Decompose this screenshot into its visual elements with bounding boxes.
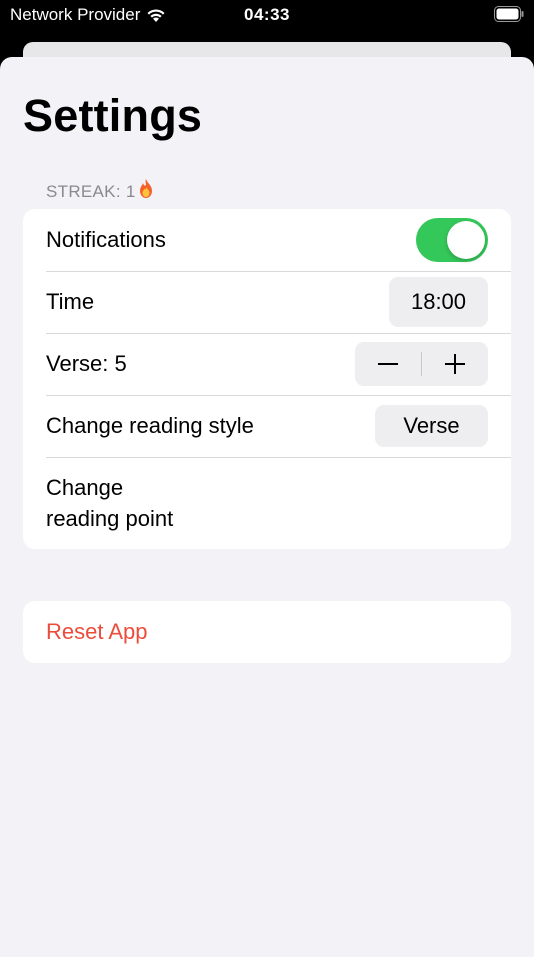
notifications-row: Notifications: [23, 209, 511, 271]
notifications-toggle[interactable]: [416, 218, 488, 262]
time-label: Time: [46, 289, 95, 314]
reading-style-row: Change reading style Verse: [23, 395, 511, 457]
time-row: Time 18:00: [23, 271, 511, 333]
verse-stepper: [355, 342, 488, 386]
reading-point-row[interactable]: Change reading point: [23, 457, 511, 549]
plus-icon: [445, 354, 465, 374]
increment-button[interactable]: [422, 342, 488, 386]
minus-icon: [378, 363, 398, 365]
notifications-label: Notifications: [46, 227, 166, 252]
reset-row[interactable]: Reset App: [23, 601, 511, 663]
verse-label: Verse: 5: [46, 351, 127, 376]
reading-style-label: Change reading style: [46, 413, 254, 438]
status-time: 04:33: [244, 5, 290, 24]
decrement-button[interactable]: [355, 342, 421, 386]
reset-app-button[interactable]: Reset App: [46, 619, 488, 645]
streak-label: STREAK: 1: [46, 182, 136, 201]
reset-group: Reset App: [23, 601, 511, 663]
streak-header: STREAK: 1: [46, 178, 156, 202]
verse-row: Verse: 5: [23, 333, 511, 395]
reading-point-label-line1: Change: [46, 475, 124, 500]
settings-group: Notifications Time 18:00 Verse: 5 Change…: [23, 209, 511, 549]
time-picker-button[interactable]: 18:00: [389, 277, 488, 327]
battery-icon: [494, 6, 524, 22]
reading-style-button[interactable]: Verse: [375, 405, 488, 447]
reading-point-label: Change reading point: [46, 472, 488, 534]
page-title: Settings: [23, 90, 203, 141]
toggle-knob: [447, 221, 485, 259]
status-bar: Network Provider 04:33: [0, 0, 534, 30]
fire-icon: [139, 179, 152, 198]
reading-point-label-line2: reading point: [46, 506, 174, 531]
